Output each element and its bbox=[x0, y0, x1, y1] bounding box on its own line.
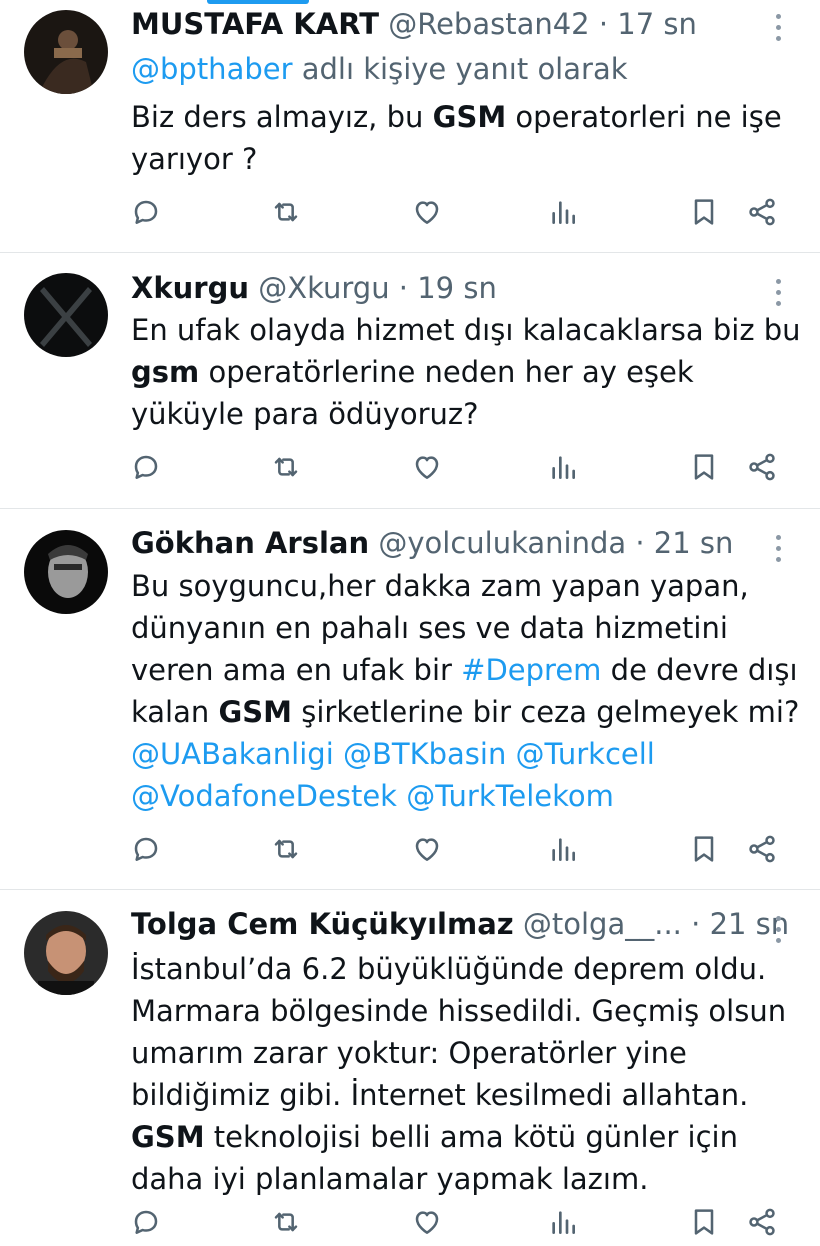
author-name[interactable]: Gökhan Arslan bbox=[131, 526, 369, 560]
tweet-actions bbox=[0, 196, 820, 236]
avatar[interactable] bbox=[24, 273, 108, 357]
retweet-icon[interactable] bbox=[270, 196, 306, 232]
tweet-header: MUSTAFA KART @Rebastan42 · 17 sn bbox=[131, 4, 697, 44]
tweet-text: En ufak olayda hizmet dışı kalacaklarsa … bbox=[131, 313, 801, 431]
avatar[interactable] bbox=[24, 10, 108, 94]
author-handle[interactable]: @Rebastan42 bbox=[388, 7, 589, 41]
author-name[interactable]: Tolga Cem Küçükyılmaz bbox=[131, 907, 514, 941]
retweet-icon[interactable] bbox=[270, 451, 306, 487]
share-icon[interactable] bbox=[746, 196, 782, 232]
share-icon[interactable] bbox=[746, 1206, 782, 1242]
bookmark-icon[interactable] bbox=[688, 1206, 724, 1242]
timestamp[interactable]: 19 sn bbox=[417, 271, 497, 305]
separator-dot: · bbox=[398, 271, 409, 305]
views-icon[interactable] bbox=[547, 196, 583, 232]
reply-icon[interactable] bbox=[130, 196, 166, 232]
tweet-header: Xkurgu @Xkurgu · 19 sn bbox=[131, 268, 497, 308]
avatar[interactable] bbox=[24, 911, 108, 995]
separator-dot: · bbox=[598, 7, 609, 41]
mention-link[interactable]: @BTKbasin bbox=[343, 737, 506, 771]
mention-link[interactable]: @VodafoneDestek bbox=[131, 779, 397, 813]
more-options-icon[interactable] bbox=[770, 14, 786, 44]
tweet-actions bbox=[0, 833, 820, 873]
reply-to-mention[interactable]: @bpthaber bbox=[131, 52, 293, 86]
author-name[interactable]: Xkurgu bbox=[131, 271, 249, 305]
reply-icon[interactable] bbox=[130, 451, 166, 487]
tweet-body: Biz ders almayız, bu GSM operatorleri ne… bbox=[131, 100, 782, 176]
tweet[interactable]: Tolga Cem Küçükyılmaz @tolga__... · 21 s… bbox=[0, 890, 820, 1244]
share-icon[interactable] bbox=[746, 833, 782, 869]
like-icon[interactable] bbox=[411, 451, 447, 487]
separator-dot: · bbox=[691, 907, 701, 941]
like-icon[interactable] bbox=[411, 1206, 447, 1242]
more-options-icon[interactable] bbox=[770, 535, 786, 565]
more-options-icon[interactable] bbox=[770, 279, 786, 309]
mention-link[interactable]: @UABakanligi bbox=[131, 737, 334, 771]
tweet[interactable]: Xkurgu @Xkurgu · 19 sn En ufak olayda hi… bbox=[0, 253, 820, 508]
mention-link[interactable]: @TurkTelekom bbox=[406, 779, 614, 813]
more-options-icon[interactable] bbox=[770, 916, 786, 946]
author-handle[interactable]: @yolculukaninda bbox=[378, 526, 626, 560]
author-name[interactable]: MUSTAFA KART bbox=[131, 7, 379, 41]
reply-context: @bpthaber adlı kişiye yanıt olarak bbox=[131, 52, 628, 86]
tweet-actions bbox=[0, 451, 820, 491]
bookmark-icon[interactable] bbox=[688, 833, 724, 869]
author-handle[interactable]: @tolga__... bbox=[523, 907, 682, 941]
tweet-text: @bpthaber adlı kişiye yanıt olarak Biz d… bbox=[131, 48, 801, 180]
tweet-header: Gökhan Arslan @yolculukaninda · 21 sn bbox=[131, 523, 733, 563]
separator-dot: · bbox=[635, 526, 645, 560]
hashtag-link[interactable]: #Deprem bbox=[461, 653, 601, 687]
tweet-header: Tolga Cem Küçükyılmaz @tolga__... · 21 s… bbox=[131, 904, 789, 944]
author-handle[interactable]: @Xkurgu bbox=[258, 271, 389, 305]
like-icon[interactable] bbox=[411, 196, 447, 232]
share-icon[interactable] bbox=[746, 451, 782, 487]
timestamp[interactable]: 21 sn bbox=[654, 526, 734, 560]
views-icon[interactable] bbox=[547, 1206, 583, 1242]
tweet[interactable]: MUSTAFA KART @Rebastan42 · 17 sn @bpthab… bbox=[0, 0, 820, 252]
tweet-text: İstanbul’da 6.2 büyüklüğünde deprem oldu… bbox=[131, 952, 787, 1196]
views-icon[interactable] bbox=[547, 833, 583, 869]
views-icon[interactable] bbox=[547, 451, 583, 487]
mention-link[interactable]: @Turkcell bbox=[516, 737, 655, 771]
avatar[interactable] bbox=[24, 530, 108, 614]
like-icon[interactable] bbox=[411, 833, 447, 869]
retweet-icon[interactable] bbox=[270, 833, 306, 869]
tweet[interactable]: Gökhan Arslan @yolculukaninda · 21 sn Bu… bbox=[0, 509, 820, 889]
timestamp[interactable]: 17 sn bbox=[617, 7, 697, 41]
tweet-actions bbox=[0, 1206, 820, 1246]
bookmark-icon[interactable] bbox=[688, 451, 724, 487]
bookmark-icon[interactable] bbox=[688, 196, 724, 232]
tweet-text: Bu soyguncu,her dakka zam yapan yapan, d… bbox=[131, 569, 800, 813]
reply-icon[interactable] bbox=[130, 1206, 166, 1242]
reply-icon[interactable] bbox=[130, 833, 166, 869]
retweet-icon[interactable] bbox=[270, 1206, 306, 1242]
